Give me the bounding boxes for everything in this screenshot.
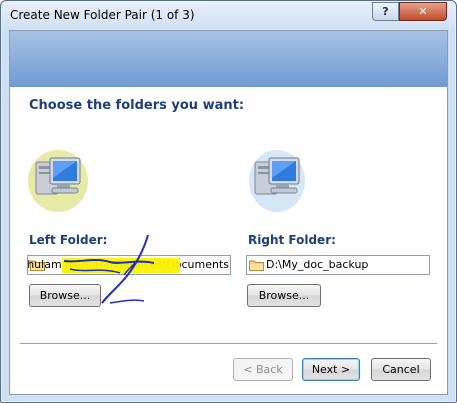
cancel-button[interactable]: Cancel [371, 358, 431, 381]
left-browse-button[interactable]: Browse... [29, 284, 101, 307]
close-button[interactable]: ✕ [399, 2, 447, 21]
folder-icon [249, 259, 264, 274]
back-button[interactable]: < Back [233, 358, 293, 381]
page-heading: Choose the folders you want: [29, 98, 245, 113]
right-browse-button[interactable]: Browse... [247, 284, 321, 307]
dialog-window: Create New Folder Pair (1 of 3) ? ✕ Choo… [0, 0, 457, 403]
title-bar[interactable]: Create New Folder Pair (1 of 3) ? ✕ [2, 2, 455, 30]
right-folder-label: Right Folder: [248, 233, 336, 247]
help-button[interactable]: ? [372, 2, 399, 21]
window-title: Create New Folder Pair (1 of 3) [10, 8, 195, 22]
left-folder-label: Left Folder: [29, 233, 108, 247]
footer-separator [20, 343, 437, 345]
left-computer-icon [28, 148, 88, 212]
right-folder-path: D:\My_doc_backup [266, 258, 369, 271]
wizard-content: Choose the folders you want: Left Folder… [9, 30, 448, 395]
redaction-highlight [62, 258, 180, 273]
header-banner [10, 31, 447, 87]
next-button[interactable]: Next > [302, 358, 360, 381]
right-computer-icon [247, 148, 307, 212]
right-folder-path-field[interactable]: D:\My_doc_backup [246, 255, 430, 275]
